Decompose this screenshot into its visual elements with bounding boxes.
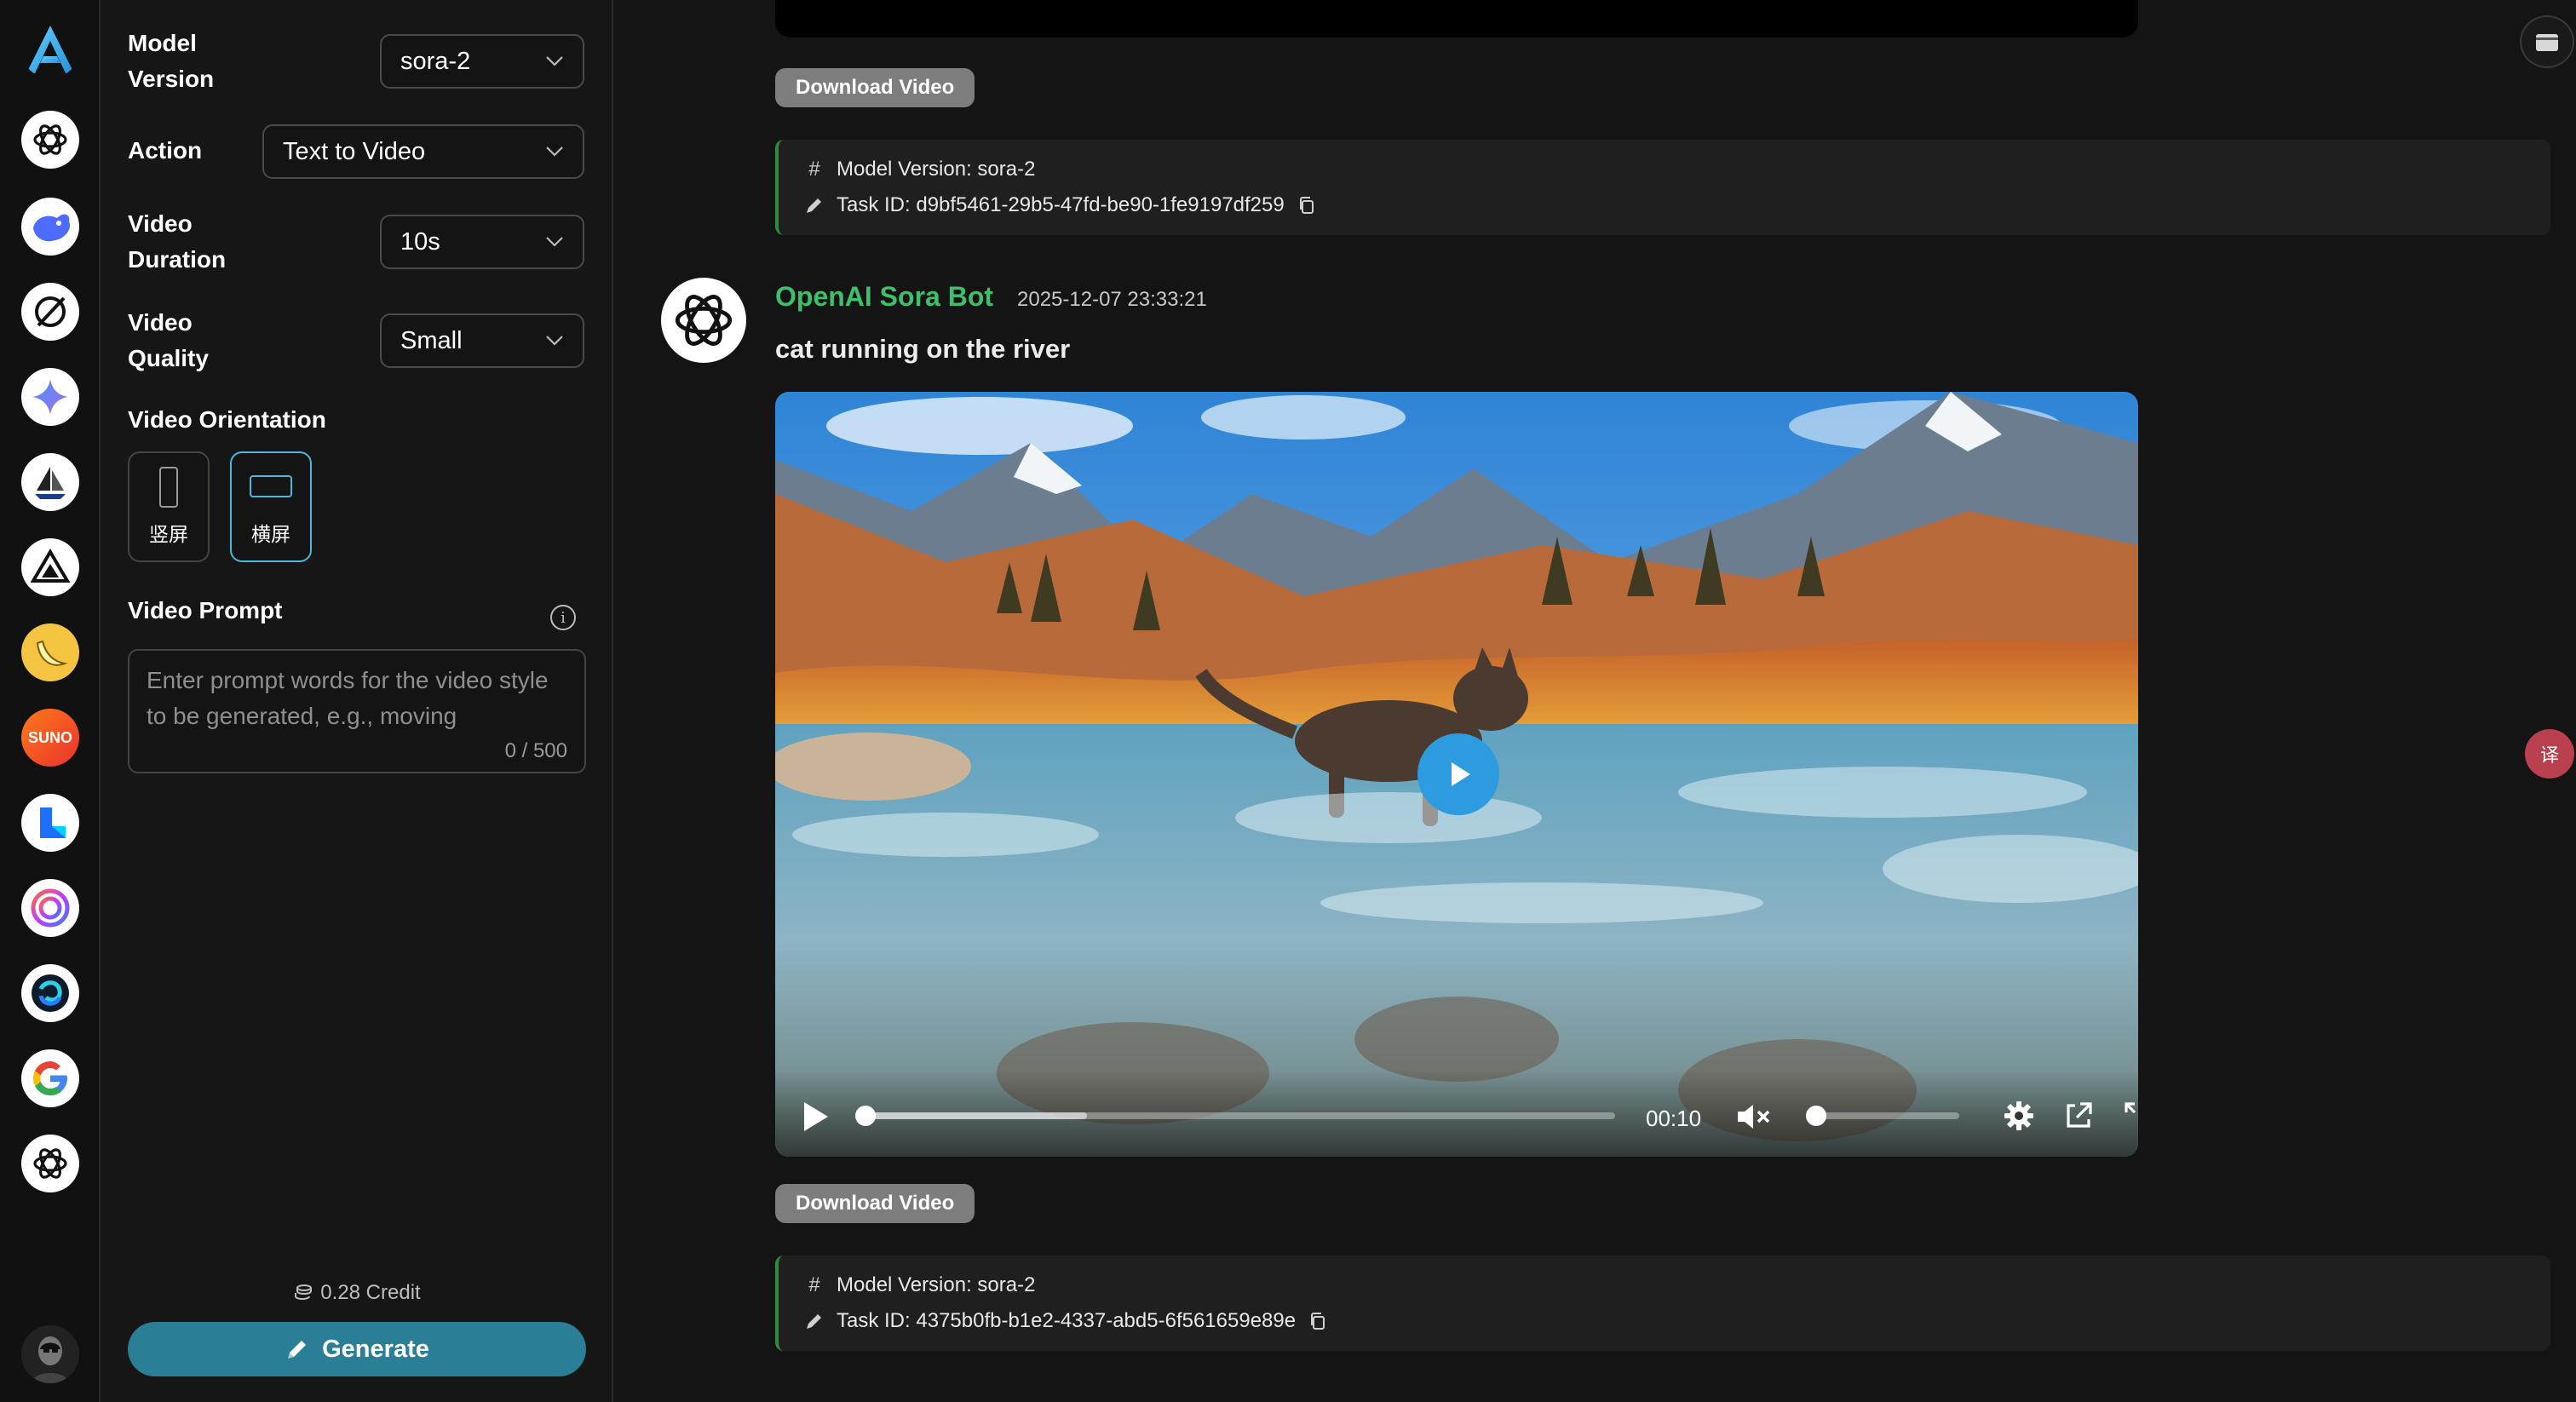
model-version-value: sora-2 <box>400 47 471 75</box>
task-id-row: Task ID: d9bf5461-29b5-47fd-be90-1fe9197… <box>804 187 2525 223</box>
model-version-text: Model Version: sora-2 <box>837 1273 1036 1296</box>
landscape-option[interactable]: 横屏 <box>230 451 312 562</box>
message-text: cat running on the river <box>775 334 1071 364</box>
task-info-card: # Model Version: sora-2 Task ID: 4375b0f… <box>775 1255 2550 1351</box>
portrait-icon <box>159 467 178 508</box>
chevron-down-icon <box>546 336 563 346</box>
wallet-icon <box>2536 34 2558 51</box>
play-icon <box>1452 762 1470 786</box>
play-icon[interactable] <box>801 1100 830 1133</box>
quality-value: Small <box>400 326 463 354</box>
model-rail: SUNO <box>0 0 101 1402</box>
external-link-icon[interactable] <box>2063 1100 2094 1131</box>
play-overlay-button[interactable] <box>1417 733 1499 815</box>
model-version-row: # Model Version: sora-2 <box>804 152 2525 187</box>
model-version-text: Model Version: sora-2 <box>837 158 1036 181</box>
task-id-text: Task ID: 4375b0fb-b1e2-4337-abd5-6f56165… <box>837 1309 1297 1332</box>
video-time: 00:10 <box>1646 1106 1702 1131</box>
suno-icon[interactable]: SUNO <box>21 709 79 767</box>
task-id-row: Task ID: 4375b0fb-b1e2-4337-abd5-6f56165… <box>804 1303 2525 1339</box>
translate-button[interactable]: 译 <box>2525 729 2574 779</box>
chat-area: Download Video # Model Version: sora-2 T… <box>613 0 2576 1402</box>
google-icon[interactable] <box>21 1049 79 1107</box>
deepseek-icon[interactable] <box>21 198 79 256</box>
translate-icon: 译 <box>2539 745 2559 767</box>
volume-slider[interactable] <box>1806 1106 1959 1126</box>
gear-icon[interactable] <box>2004 1100 2034 1131</box>
triangle-logo-icon[interactable] <box>21 538 79 596</box>
gemini-icon[interactable] <box>21 368 79 426</box>
credit-text: 0.28 Credit <box>320 1281 421 1304</box>
model-version-label: Model Version <box>128 30 215 92</box>
settings-panel: Model Version sora-2 Action Text to Vide… <box>101 0 613 1402</box>
sailboat-icon[interactable] <box>21 453 79 511</box>
portrait-option[interactable]: 竖屏 <box>128 451 210 562</box>
bot-name: OpenAI Sora Bot <box>775 281 994 312</box>
mute-icon[interactable] <box>1736 1102 1772 1131</box>
duration-label: Video Duration <box>128 210 227 273</box>
video-controls: 00:10 <box>775 1068 2138 1157</box>
chevron-down-icon <box>546 237 563 247</box>
model-version-row: # Model Version: sora-2 <box>804 1267 2525 1303</box>
chevron-down-icon <box>546 56 563 66</box>
buffered-bar <box>865 1112 1087 1119</box>
landscape-icon <box>250 475 292 497</box>
previous-video-bottom <box>775 0 2138 37</box>
hash-icon: # <box>808 158 820 181</box>
user-avatar[interactable] <box>21 1325 79 1383</box>
pencil-icon <box>807 1314 821 1329</box>
video-player[interactable]: 00:10 <box>775 392 2138 1157</box>
generate-label: Generate <box>322 1335 429 1363</box>
hash-icon: # <box>808 1273 820 1296</box>
banana-icon[interactable] <box>21 623 79 681</box>
progress-handle[interactable] <box>855 1106 876 1126</box>
message-timestamp: 2025-12-07 23:33:21 <box>1017 288 1207 311</box>
download-video-button[interactable]: Download Video <box>775 68 975 107</box>
chevron-down-icon <box>546 147 563 157</box>
bot-avatar <box>661 278 746 363</box>
landscape-label: 横屏 <box>251 524 290 546</box>
midjourney-icon[interactable] <box>21 283 79 341</box>
wallet-button[interactable] <box>2520 15 2574 68</box>
action-select[interactable]: Text to Video <box>262 124 584 179</box>
model-version-select[interactable]: sora-2 <box>380 34 584 89</box>
orientation-label: Video Orientation <box>128 406 326 433</box>
task-id-text: Task ID: d9bf5461-29b5-47fd-be90-1fe9197… <box>837 193 1285 216</box>
action-label: Action <box>128 137 203 164</box>
prompt-box: 0 / 500 <box>128 649 586 773</box>
app-logo-icon[interactable] <box>21 20 79 78</box>
generate-button[interactable]: Generate <box>128 1322 586 1376</box>
duration-value: 10s <box>400 227 440 256</box>
openai-icon[interactable] <box>21 111 79 169</box>
hailuo-icon[interactable] <box>21 964 79 1022</box>
quality-select[interactable]: Small <box>380 313 584 368</box>
fullscreen-icon[interactable] <box>2123 1100 2138 1131</box>
task-info-card: # Model Version: sora-2 Task ID: d9bf546… <box>775 140 2550 235</box>
portrait-label: 竖屏 <box>149 524 188 546</box>
prompt-counter: 0 / 500 <box>504 739 567 762</box>
pencil-icon <box>288 1341 307 1359</box>
spiral-icon[interactable] <box>21 879 79 937</box>
kling-icon[interactable] <box>21 794 79 852</box>
prompt-input[interactable] <box>147 663 567 739</box>
openai-sora-icon[interactable] <box>21 1135 79 1192</box>
info-icon[interactable]: i <box>550 605 576 630</box>
volume-handle[interactable] <box>1806 1106 1826 1126</box>
progress-bar[interactable] <box>855 1106 1615 1126</box>
coins-icon <box>295 1284 313 1301</box>
copy-icon[interactable] <box>1297 195 1317 215</box>
action-value: Text to Video <box>283 137 426 165</box>
copy-icon[interactable] <box>1308 1311 1328 1331</box>
prompt-label: Video Prompt <box>128 597 283 623</box>
openai-icon <box>675 295 733 346</box>
credit-display: 0.28 Credit <box>101 1281 613 1305</box>
pencil-icon <box>807 198 821 213</box>
duration-select[interactable]: 10s <box>380 215 584 269</box>
download-video-button[interactable]: Download Video <box>775 1184 975 1223</box>
quality-label: Video Quality <box>128 309 209 371</box>
